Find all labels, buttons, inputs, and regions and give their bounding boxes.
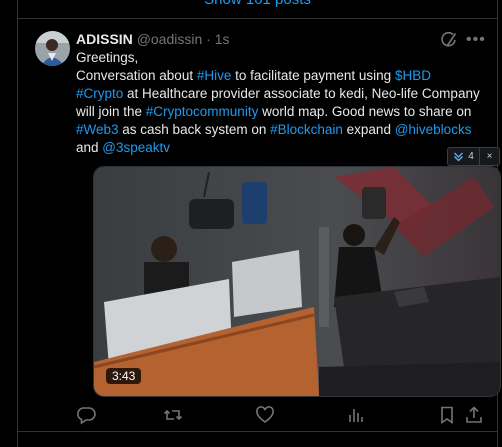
avatar[interactable] bbox=[35, 31, 70, 66]
divider bbox=[18, 431, 497, 432]
post-text: Greetings, Conversation about #Hive to fa… bbox=[76, 49, 486, 157]
upvote-button[interactable]: 4 bbox=[448, 148, 480, 165]
author-name[interactable]: ADISSIN bbox=[76, 31, 133, 47]
vote-widget: 4 × bbox=[447, 147, 500, 166]
author-handle[interactable]: @oadissin bbox=[137, 31, 203, 47]
like-icon[interactable] bbox=[255, 405, 275, 425]
post-text-segment: as cash back system on bbox=[118, 122, 271, 137]
bookmark-icon[interactable] bbox=[437, 405, 457, 425]
more-icon[interactable]: ••• bbox=[466, 31, 486, 49]
post-text-link[interactable]: #Blockchain bbox=[270, 122, 343, 137]
vote-count: 4 bbox=[468, 151, 474, 162]
post-time[interactable]: 1s bbox=[215, 31, 230, 47]
post-header: ADISSIN @oadissin · 1s bbox=[76, 31, 230, 47]
action-bar bbox=[18, 397, 497, 431]
post-text-segment: world map. Good news to share on bbox=[258, 104, 472, 119]
post-text-link[interactable]: @3speaktv bbox=[102, 140, 170, 155]
post-text-segment: and bbox=[76, 140, 103, 155]
post-text-link[interactable]: #Hive bbox=[197, 68, 232, 83]
post-text-segment: Greetings, bbox=[76, 50, 139, 65]
show-posts-link[interactable]: Show 161 posts bbox=[18, 0, 497, 19]
video-duration: 3:43 bbox=[106, 368, 142, 384]
repost-icon[interactable] bbox=[163, 405, 183, 425]
timeline-column: Show 161 posts ADISSIN @oadissin · 1s ••… bbox=[17, 0, 501, 447]
post-text-segment: Conversation about bbox=[76, 68, 197, 83]
share-icon[interactable] bbox=[464, 405, 484, 425]
post-text-link[interactable]: #Cryptocommunity bbox=[146, 104, 259, 119]
post-text-segment: expand bbox=[342, 122, 395, 137]
post-text-link[interactable]: $HBD bbox=[395, 68, 431, 83]
post-text-link[interactable]: #Crypto bbox=[76, 86, 123, 101]
post-text-link[interactable]: @hiveblocks bbox=[395, 122, 472, 137]
upvote-chevron-icon bbox=[454, 152, 464, 162]
video-player[interactable] bbox=[93, 166, 501, 397]
post-text-segment: to facilitate payment using bbox=[231, 68, 395, 83]
vote-close-button[interactable]: × bbox=[480, 151, 499, 162]
separator: · bbox=[206, 31, 211, 47]
views-icon[interactable] bbox=[346, 405, 366, 425]
grok-icon[interactable] bbox=[440, 31, 458, 49]
post-text-link[interactable]: #Web3 bbox=[76, 122, 119, 137]
reply-icon[interactable] bbox=[76, 405, 96, 425]
